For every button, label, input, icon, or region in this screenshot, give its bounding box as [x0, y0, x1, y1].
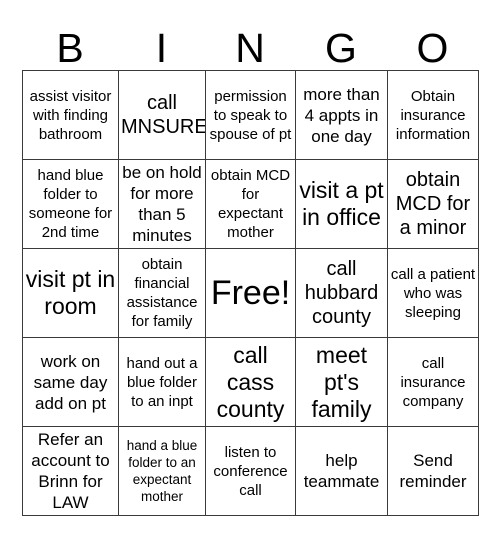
bingo-cell[interactable]: meet pt's family — [295, 337, 388, 427]
bingo-cell[interactable]: assist visitor with finding bathroom — [22, 70, 119, 160]
bingo-card: B I N G O assist visitor with finding ba… — [0, 0, 500, 544]
bingo-cell[interactable]: permission to speak to spouse of pt — [205, 70, 296, 160]
bingo-cell-free[interactable]: Free! — [205, 248, 296, 338]
bingo-cell[interactable]: more than 4 appts in one day — [295, 70, 388, 160]
header-letter-g: G — [325, 25, 357, 71]
bingo-row: Refer an account to Brinn for LAW hand a… — [22, 426, 479, 516]
header-letter-b: B — [56, 25, 84, 71]
header-letter-i: I — [155, 25, 168, 71]
bingo-row: hand blue folder to someone for 2nd time… — [22, 159, 479, 249]
bingo-cell[interactable]: hand out a blue folder to an inpt — [118, 337, 206, 427]
bingo-cell[interactable]: hand blue folder to someone for 2nd time — [22, 159, 119, 249]
bingo-cell[interactable]: visit a pt in office — [295, 159, 388, 249]
header-letter-n: N — [235, 25, 265, 71]
bingo-cell[interactable]: call MNSURE — [118, 70, 206, 160]
header-letter-o: O — [416, 25, 449, 71]
bingo-cell[interactable]: help teammate — [295, 426, 388, 516]
bingo-cell[interactable]: hand a blue folder to an expectant mothe… — [118, 426, 206, 516]
bingo-cell[interactable]: obtain MCD for expectant mother — [205, 159, 296, 249]
bingo-cell[interactable]: call a patient who was sleeping — [387, 248, 479, 338]
bingo-cell[interactable]: obtain MCD for a minor — [387, 159, 479, 249]
bingo-cell[interactable]: Obtain insurance information — [387, 70, 479, 160]
bingo-cell[interactable]: obtain financial assistance for family — [118, 248, 206, 338]
bingo-row: work on same day add on pt hand out a bl… — [22, 337, 479, 427]
bingo-cell[interactable]: listen to conference call — [205, 426, 296, 516]
bingo-cell[interactable]: Refer an account to Brinn for LAW — [22, 426, 119, 516]
bingo-cell[interactable]: visit pt in room — [22, 248, 119, 338]
bingo-grid: assist visitor with finding bathroom cal… — [22, 70, 479, 516]
bingo-cell[interactable]: Send reminder — [387, 426, 479, 516]
bingo-cell[interactable]: call cass county — [205, 337, 296, 427]
bingo-cell[interactable]: call insurance company — [387, 337, 479, 427]
bingo-cell[interactable]: be on hold for more than 5 minutes — [118, 159, 206, 249]
bingo-cell[interactable]: call hubbard county — [295, 248, 388, 338]
bingo-row: visit pt in room obtain financial assist… — [22, 248, 479, 338]
bingo-header: B I N G O — [22, 18, 478, 70]
bingo-cell[interactable]: work on same day add on pt — [22, 337, 119, 427]
bingo-row: assist visitor with finding bathroom cal… — [22, 70, 479, 160]
